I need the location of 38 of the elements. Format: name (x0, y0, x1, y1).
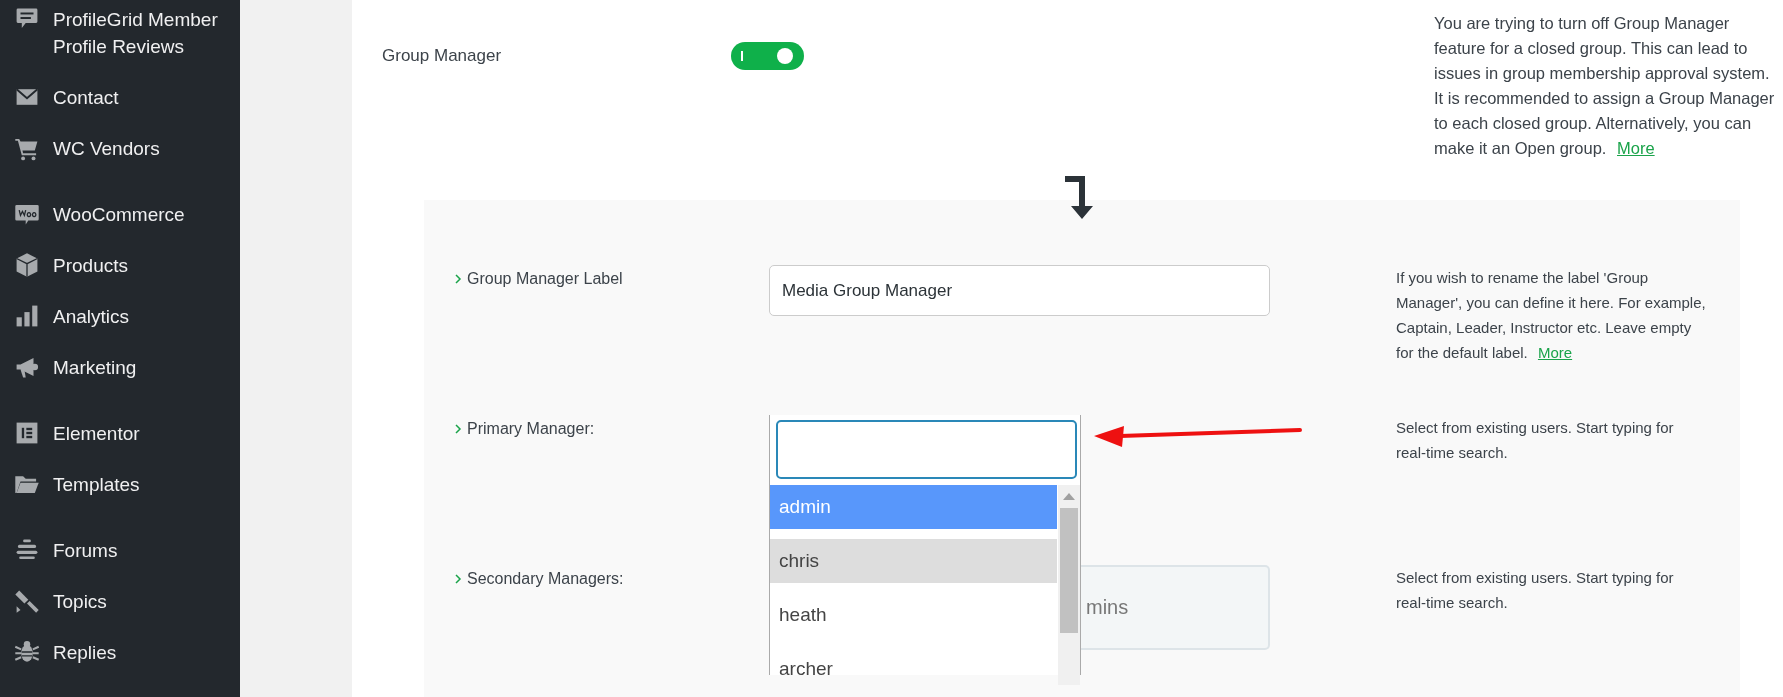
sidebar-item[interactable]: Elementor (0, 408, 240, 459)
turn-down-arrow-icon (1065, 176, 1093, 219)
gavel-icon (14, 588, 40, 614)
sidebar-item[interactable]: Forums (0, 525, 240, 576)
sidebar-item[interactable]: Replies (0, 627, 240, 678)
search-field[interactable] (776, 420, 1077, 479)
square-bars-icon (14, 420, 40, 446)
sidebar-item[interactable]: ProfileGrid Member Profile Reviews (0, 0, 240, 72)
help-text: Select from existing users. Start typing for real-time search. (1396, 568, 1675, 613)
dropdown-option[interactable]: heath (770, 593, 1057, 637)
field-label: Primary Manager: (467, 419, 595, 439)
setting-label: Group Manager (382, 45, 502, 67)
help-text: Select from existing users. Start typing for real-time search. (1396, 418, 1675, 463)
toggle-switch[interactable] (731, 42, 804, 70)
chevron-icon (455, 574, 462, 584)
bug-icon (14, 639, 40, 665)
help-text: You are trying to turn off Group Manager feature for a closed group. This can lead to issues in group membership approval system. It is recommended to assign a Group Manager to each closed group. Alternatively, you can make it an Open group. More (1434, 13, 1776, 159)
scroll-up-arrow-icon[interactable] (1063, 493, 1075, 500)
sidebar-item[interactable]: Templates (0, 459, 240, 510)
sidebar-item[interactable]: Marketing (0, 342, 240, 393)
sidebar-item[interactable]: Topics (0, 576, 240, 627)
dropdown-option[interactable]: chris (770, 539, 1057, 583)
sidebar-item[interactable]: Contact (0, 72, 240, 123)
bar-chart-icon (14, 303, 40, 329)
chevron-icon (455, 274, 462, 284)
dropdown-option[interactable]: archer (770, 647, 1057, 691)
multi-select-field[interactable]: mins (1081, 565, 1270, 650)
text-field[interactable]: Media Group Manager (769, 265, 1270, 316)
scrollbar[interactable] (1058, 485, 1080, 685)
sidebar-item[interactable]: WooCommerce (0, 189, 240, 240)
sidebar-item[interactable]: WC Vendors (0, 123, 240, 174)
sidebar-item[interactable]: Analytics (0, 291, 240, 342)
help-text: If you wish to rename the label 'Group Manager', you can define it here. For example, Captain, Leader, Instructor etc. Leave empty for the default label. More (1396, 268, 1706, 363)
field-label: Group Manager Label (467, 269, 623, 289)
sidebar-item[interactable]: Products (0, 240, 240, 291)
chevron-icon (455, 424, 462, 434)
box-icon (14, 252, 40, 278)
field-label: Secondary Managers: (467, 569, 624, 589)
